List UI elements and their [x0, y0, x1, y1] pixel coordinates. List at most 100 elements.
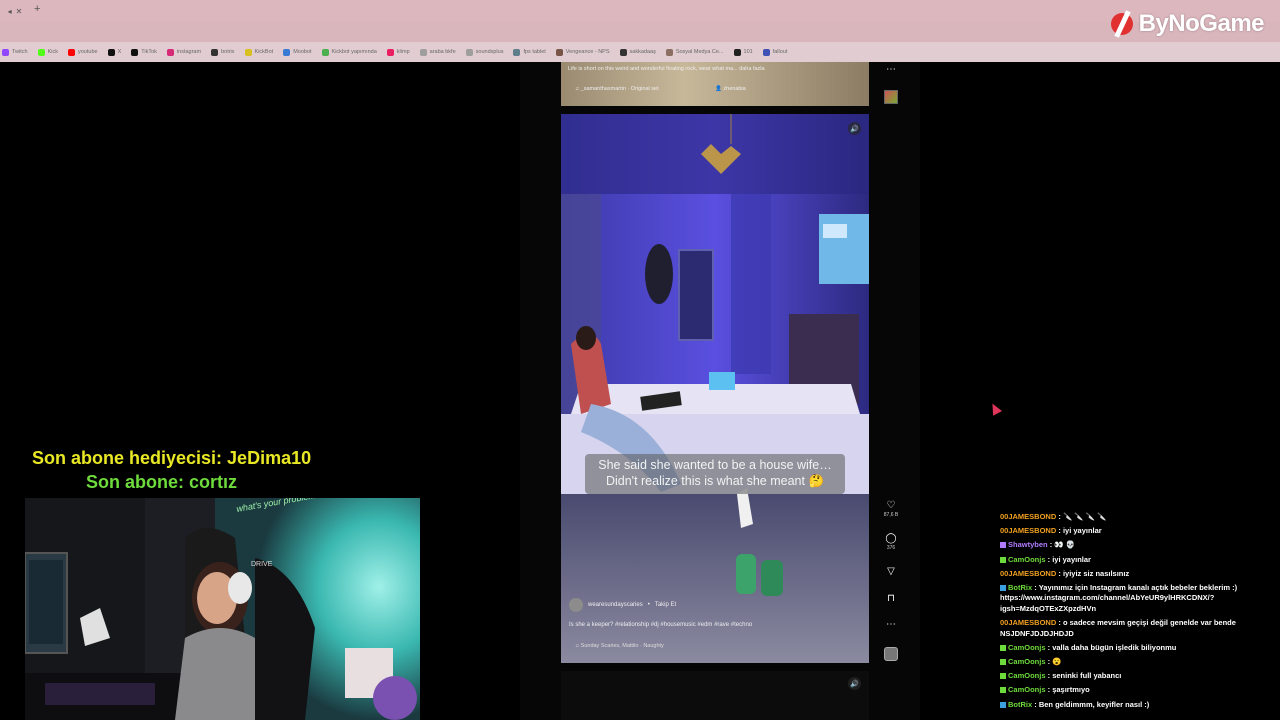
chat-username[interactable]: BotRix	[1008, 700, 1032, 709]
browser-tab[interactable]: ◂ ✕	[0, 0, 30, 22]
bookmark-item[interactable]: KickBot	[244, 48, 273, 56]
reel-mute-icon[interactable]: 🔊	[848, 122, 861, 135]
bookmark-item[interactable]: Kick	[37, 48, 58, 56]
bookmark-item[interactable]: fallout	[762, 48, 788, 56]
bookmark-item[interactable]: sakkadaaş	[619, 48, 656, 56]
bookmark-item[interactable]: Twitch	[2, 48, 28, 56]
reel-subtitle-line-2: Didn't realize this is what she meant 🤔	[605, 474, 825, 488]
bookmark-item[interactable]: Kickbot yapımında	[321, 48, 377, 56]
bookmark-item[interactable]: botrix	[211, 48, 235, 56]
bynogame-watermark: ByNoGame	[1110, 10, 1265, 38]
comment-button[interactable]: ◯ 376	[880, 533, 902, 551]
bookmark-item[interactable]: X	[107, 48, 121, 56]
reel-next[interactable]: 🔊	[561, 671, 869, 720]
chat-username[interactable]: CamOonjs	[1008, 685, 1046, 694]
chat-username[interactable]: 00JAMESBOND	[1000, 618, 1056, 627]
chat-message: BotRix : Yayınımız için Instagram kanalı…	[1000, 583, 1280, 615]
reel-subtitle-line-1: She said she wanted to be a house wife…	[598, 458, 832, 472]
bookmark-item[interactable]: araba bkfe	[419, 48, 456, 56]
chat-message: CamOonjs : şaşırtmıyo	[1000, 685, 1280, 696]
more-options-button[interactable]: ⋯	[880, 619, 902, 630]
reel-previous-collab[interactable]: 👤 zhenabia	[715, 86, 746, 92]
bookmark-favicon-icon	[211, 48, 219, 56]
chat-username[interactable]: CamOonjs	[1008, 555, 1046, 564]
bookmark-favicon-icon	[419, 48, 427, 56]
bookmark-item[interactable]: fps tablet	[513, 48, 546, 56]
chat-message: CamOonjs : seninki full yabancı	[1000, 671, 1280, 682]
bookmark-item[interactable]: instagram	[166, 48, 201, 56]
more-options-icon-top[interactable]: ⋯	[884, 64, 898, 75]
bookmark-item[interactable]: Vengeance - NPS	[555, 48, 610, 56]
reel-audio[interactable]: ♫ Sunday Scaries, Mattilo · Naughty	[575, 643, 664, 649]
bookmark-item[interactable]: TikTok	[131, 48, 157, 56]
bookmark-item[interactable]: Sosyal Medya Ce...	[665, 48, 724, 56]
chat-message: 00JAMESBOND : o sadece mevsim geçişi değ…	[1000, 618, 1280, 639]
bookmark-label: botrix	[221, 49, 235, 55]
reel-current-video[interactable]: 🔊 She said she wanted to be a house wife…	[561, 114, 869, 663]
chat-badge-icon	[1000, 673, 1006, 680]
chat-badge-icon	[1000, 701, 1006, 708]
chat-username[interactable]: CamOonjs	[1008, 671, 1046, 680]
chat-username[interactable]: BotRix	[1008, 583, 1032, 592]
comment-icon: ◯	[885, 533, 897, 544]
reel-follow-button[interactable]: Takip Et	[655, 602, 676, 608]
reel-previous[interactable]: Life is short on this weird and wonderfu…	[561, 62, 869, 106]
streamer-webcam: DRIVE what's your problem?	[25, 498, 420, 720]
bookmark-item[interactable]: soundsplus	[465, 48, 504, 56]
chat-username[interactable]: 00JAMESBOND	[1000, 569, 1056, 578]
tab-favicon-icon: ◂	[7, 6, 12, 16]
bookmark-favicon-icon	[762, 48, 770, 56]
bookmark-label: fallout	[772, 49, 788, 55]
chair-brand-text: DRIVE	[251, 561, 273, 568]
save-button[interactable]: ⊓	[880, 593, 902, 604]
reel-previous-audio[interactable]: ♫ _samanthasmartin · Original set	[575, 86, 659, 92]
chat-message: Shawtyben : 👀 💀	[1000, 540, 1280, 551]
reel-author: wearesundayscaries • Takip Et	[569, 598, 676, 612]
chat-username[interactable]: Shawtyben	[1008, 540, 1048, 549]
chat-username[interactable]: CamOonjs	[1008, 657, 1046, 666]
bookmark-item[interactable]: klimp	[386, 48, 410, 56]
bookmark-item[interactable]: youtube	[67, 48, 98, 56]
webcam-feed: DRIVE what's your problem?	[25, 498, 420, 720]
chat-message: 00JAMESBOND : 🔪 🔪 🔪 🔪	[1000, 512, 1280, 523]
bookmark-label: Kick	[47, 49, 58, 55]
chat-username[interactable]: CamOonjs	[1008, 643, 1046, 652]
comment-count: 376	[886, 545, 896, 551]
last-subscriber-overlay: Son abone: cortız	[86, 472, 238, 492]
like-button[interactable]: ♡ 87,6 B	[880, 500, 902, 518]
chat-message: 00JAMESBOND : iyiyiz siz nasılsınız	[1000, 569, 1280, 580]
reel-previous-audio-thumbnail[interactable]	[884, 90, 898, 104]
chat-message: CamOonjs : valla daha bügün işledik bili…	[1000, 643, 1280, 654]
chat-badge-icon	[1000, 687, 1006, 694]
last-sub-gifter-overlay: Son abone hediyecisi: JeDima10	[32, 448, 312, 468]
chat-badge-icon	[1000, 659, 1006, 665]
address-bar[interactable]	[0, 22, 1280, 42]
bookmark-favicon-icon	[619, 48, 627, 56]
reel-author-username[interactable]: wearesundayscaries	[588, 602, 643, 608]
share-icon: ▽	[887, 566, 895, 577]
bookmark-label: soundsplus	[475, 49, 504, 55]
bookmark-favicon-icon	[513, 48, 521, 56]
chat-username[interactable]: 00JAMESBOND	[1000, 526, 1056, 535]
chat-message-text: : iyi yayınlar	[1058, 526, 1102, 536]
chat-message: CamOonjs : 😮	[1000, 657, 1280, 668]
bookmark-favicon-icon	[665, 48, 673, 56]
bookmark-item[interactable]: 101	[733, 48, 753, 56]
chat-message: CamOonjs : iyi yayınlar	[1000, 555, 1280, 566]
reel-audio-thumbnail[interactable]	[884, 647, 898, 661]
share-button[interactable]: ▽	[880, 566, 902, 577]
reel-caption[interactable]: Is she a keeper? #relationship #dj #hous…	[569, 622, 752, 628]
new-tab-icon[interactable]: +	[34, 3, 40, 15]
chat-message-text: : iyi yayınlar	[1047, 554, 1091, 564]
bynogame-logo-icon	[1110, 13, 1133, 35]
reel-author-avatar[interactable]	[569, 598, 583, 612]
bookmark-label: araba bkfe	[429, 49, 456, 55]
reel-previous-caption: Life is short on this weird and wonderfu…	[568, 66, 765, 72]
tab-close-icon[interactable]: ✕	[16, 7, 23, 16]
reel-next-mute-icon[interactable]: 🔊	[848, 677, 861, 690]
bookmark-favicon-icon	[244, 48, 252, 56]
bookmark-item[interactable]: Moobot	[283, 48, 312, 56]
chat-username[interactable]: 00JAMESBOND	[1000, 512, 1056, 521]
bookmark-label: Twitch	[12, 49, 28, 55]
bookmark-favicon-icon	[386, 48, 394, 56]
